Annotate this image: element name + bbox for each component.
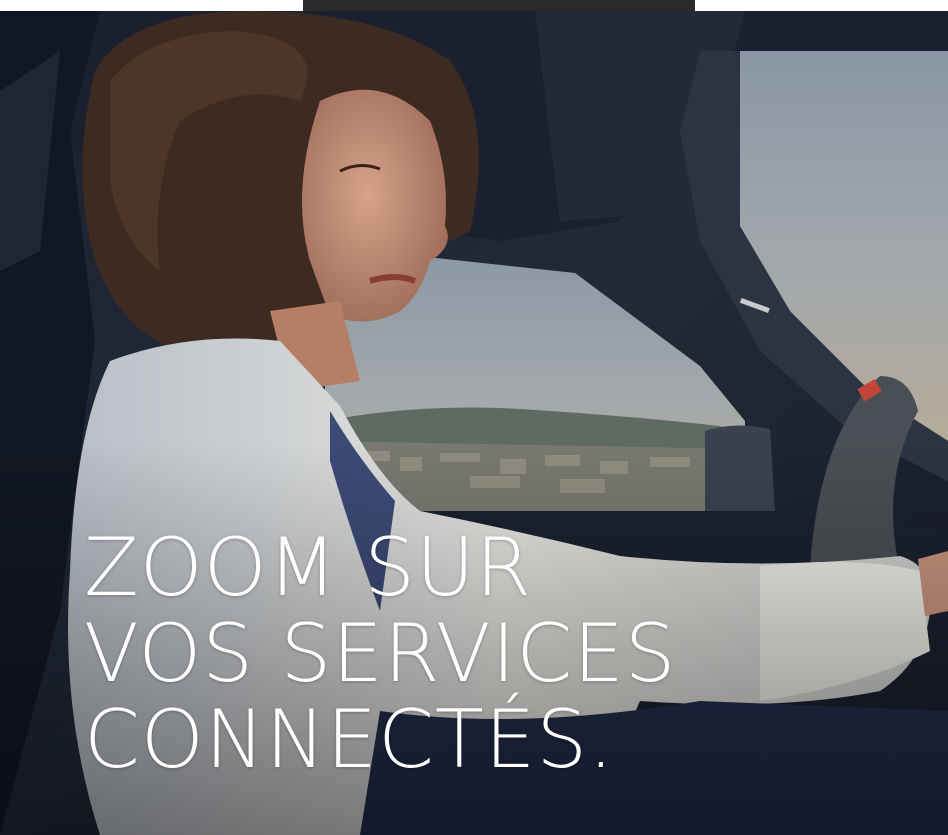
hero-headline: ZOOM SUR VOS SERVICES CONNECTÉS.: [84, 525, 677, 783]
headline-line-3: CONNECTÉS.: [84, 693, 615, 786]
top-tab[interactable]: [303, 0, 695, 11]
headline-line-1: ZOOM SUR: [84, 521, 533, 614]
headline-line-2: VOS SERVICES: [84, 607, 677, 700]
page: ZOOM SUR VOS SERVICES CONNECTÉS.: [0, 0, 948, 835]
hero-banner: ZOOM SUR VOS SERVICES CONNECTÉS.: [0, 11, 948, 835]
